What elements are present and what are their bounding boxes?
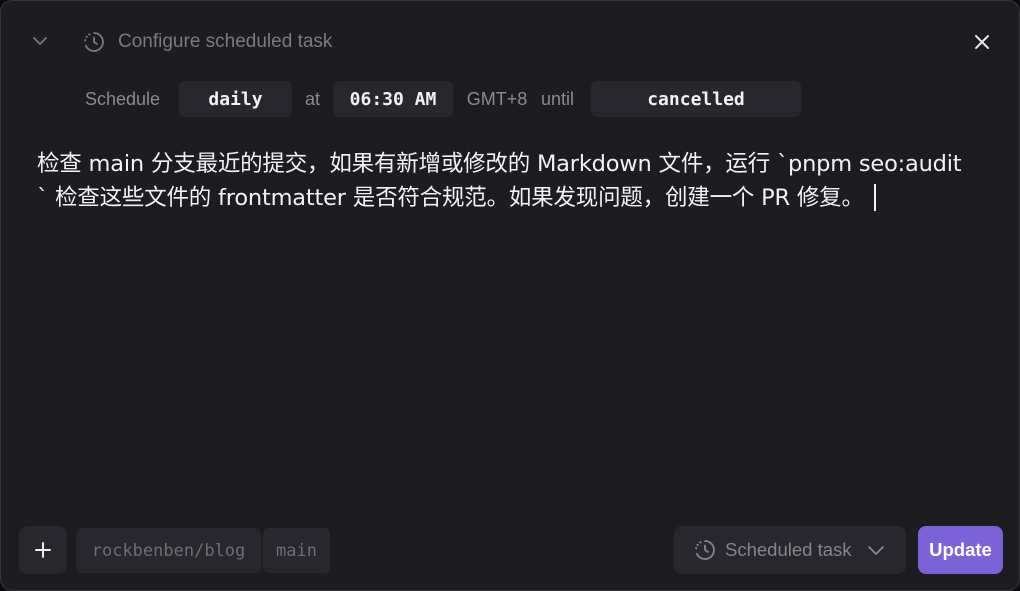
repo-chip[interactable]: rockbenben/blog <box>76 528 261 573</box>
scheduled-clock-icon <box>695 540 715 560</box>
schedule-row: Schedule daily at 06:30 AM GMT+8 until c… <box>85 81 801 117</box>
collapse-button[interactable] <box>27 29 53 53</box>
until-select[interactable]: cancelled <box>591 81 801 117</box>
scheduled-task-dialog: Configure scheduled task Schedule daily … <box>0 0 1020 591</box>
scheduled-clock-icon <box>84 32 104 52</box>
time-select[interactable]: 06:30 AM <box>333 81 453 117</box>
dialog-header: Configure scheduled task <box>1 23 1019 59</box>
timezone-label: GMT+8 <box>466 88 528 109</box>
plus-icon <box>35 542 51 558</box>
at-label: at <box>304 88 320 109</box>
close-button[interactable] <box>969 29 995 55</box>
chevron-down-icon <box>33 37 47 45</box>
mode-select[interactable]: Scheduled task <box>674 526 906 574</box>
add-button[interactable] <box>19 526 67 574</box>
schedule-label: Schedule <box>85 88 161 109</box>
text-caret <box>873 184 876 211</box>
chevron-down-icon <box>868 546 884 555</box>
until-label: until <box>541 88 575 109</box>
prompt-editor[interactable]: 检查 main 分支最近的提交，如果有新增或修改的 Markdown 文件，运行… <box>37 147 967 215</box>
frequency-select[interactable]: daily <box>179 81 292 117</box>
branch-chip[interactable]: main <box>263 528 330 573</box>
mode-label: Scheduled task <box>725 539 852 560</box>
update-button[interactable]: Update <box>918 526 1003 574</box>
dialog-title: Configure scheduled task <box>118 31 333 52</box>
close-icon <box>975 35 989 49</box>
prompt-text: 检查 main 分支最近的提交，如果有新增或修改的 Markdown 文件，运行… <box>37 151 962 211</box>
